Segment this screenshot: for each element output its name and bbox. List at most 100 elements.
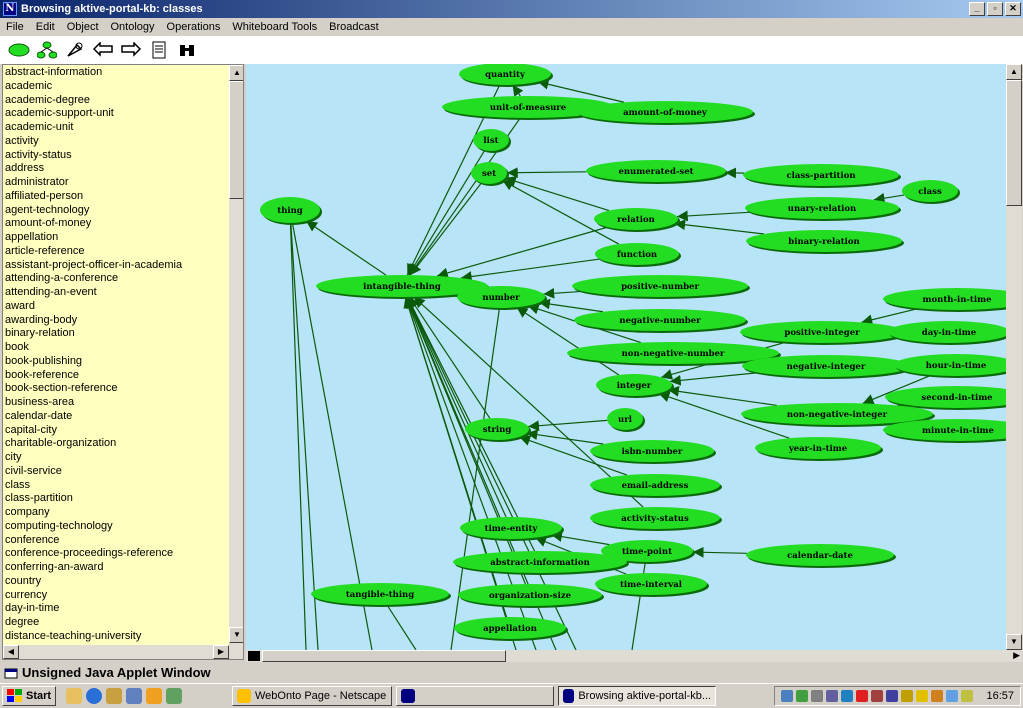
tray-icon-10[interactable] [916, 690, 929, 702]
graph-hscrollbar[interactable]: ▶ [246, 650, 1022, 662]
node-organization-size[interactable]: organization-size [458, 584, 604, 608]
list-item[interactable]: calendar-date [5, 410, 231, 424]
scroll-down-button[interactable]: ▼ [229, 627, 243, 643]
node-url[interactable]: url [607, 408, 645, 432]
tray-icon-11[interactable] [931, 690, 944, 702]
tray-icon-9[interactable] [901, 690, 914, 702]
graph-hscroll-thumb[interactable] [262, 650, 506, 662]
quick-launch-extra-icon[interactable] [166, 688, 183, 704]
tray-icon-8[interactable] [886, 690, 899, 702]
node-relation[interactable]: relation [594, 208, 680, 232]
node-tangible-thing[interactable]: tangible-thing [311, 583, 451, 607]
node-abstract-information[interactable]: abstract-information [453, 551, 629, 575]
list-item[interactable]: awarding-body [5, 314, 231, 328]
list-item[interactable]: academic-unit [5, 121, 231, 135]
list-item[interactable]: conferring-an-award [5, 561, 231, 575]
graph-scroll-up-button[interactable]: ▲ [1006, 64, 1022, 80]
hierarchy-icon[interactable] [36, 40, 58, 60]
tools-icon[interactable] [64, 40, 86, 60]
node-positive-integer[interactable]: positive-integer [740, 321, 906, 345]
list-item[interactable]: charitable-organization [5, 437, 231, 451]
list-item[interactable]: article-reference [5, 245, 231, 259]
list-item[interactable]: book-section-reference [5, 382, 231, 396]
list-item[interactable]: civil-service [5, 465, 231, 479]
list-item[interactable]: assistant-project-officer-in-academia [5, 259, 231, 273]
node-activity-status[interactable]: activity-status [590, 507, 722, 531]
menu-whiteboard-tools[interactable]: Whiteboard Tools [226, 21, 323, 33]
node-day-in-time[interactable]: day-in-time [888, 321, 1006, 345]
graph-scroll-left-button[interactable] [248, 651, 260, 661]
list-item[interactable]: city [5, 451, 231, 465]
scroll-left-button[interactable]: ◀ [3, 645, 19, 659]
list-item[interactable]: book [5, 341, 231, 355]
list-item[interactable]: day-in-time [5, 602, 231, 616]
node-negative-integer[interactable]: negative-integer [742, 355, 912, 379]
list-item[interactable]: abstract-information [5, 66, 231, 80]
tray-icon-1[interactable] [781, 690, 794, 702]
list-item[interactable]: attending-an-event [5, 286, 231, 300]
list-item[interactable]: computing-technology [5, 520, 231, 534]
node-list[interactable]: list [473, 129, 511, 153]
node-class-partition[interactable]: class-partition [743, 164, 901, 188]
task-browsing-aktive[interactable]: Browsing aktive-portal-kb... [558, 686, 716, 706]
class-list-hscrollbar[interactable]: ◀ ▶ [3, 645, 243, 659]
list-item[interactable]: amount-of-money [5, 217, 231, 231]
node-enumerated-set[interactable]: enumerated-set [586, 160, 728, 184]
tray-icon-7[interactable] [871, 690, 884, 702]
list-item[interactable]: country [5, 575, 231, 589]
list-item[interactable]: conference-proceedings-reference [5, 547, 231, 561]
list-item[interactable]: academic-degree [5, 94, 231, 108]
tray-icon-6[interactable] [856, 690, 869, 702]
node-calendar-date[interactable]: calendar-date [746, 544, 896, 568]
task-netscape[interactable] [396, 686, 554, 706]
desktop-icon[interactable] [66, 688, 83, 704]
list-item[interactable]: address [5, 162, 231, 176]
list-item[interactable]: award [5, 300, 231, 314]
node-binary-relation[interactable]: binary-relation [746, 230, 904, 254]
node-appellation[interactable]: appellation [454, 617, 568, 641]
tray-icon-2[interactable] [796, 690, 809, 702]
ontology-graph-canvas[interactable]: quantity unit-of-measure amount-of-money li… [246, 64, 1006, 650]
list-item[interactable]: academic [5, 80, 231, 94]
list-item[interactable]: appellation [5, 231, 231, 245]
list-item[interactable]: attending-a-conference [5, 272, 231, 286]
node-set[interactable]: set [471, 162, 509, 186]
menu-file[interactable]: File [0, 21, 30, 33]
list-item[interactable]: binary-relation [5, 327, 231, 341]
ellipse-icon[interactable] [8, 40, 30, 60]
close-button[interactable]: ✕ [1005, 2, 1021, 16]
node-positive-number[interactable]: positive-number [572, 275, 750, 299]
scroll-right-button[interactable]: ▶ [213, 645, 229, 659]
menu-edit[interactable]: Edit [30, 21, 61, 33]
node-isbn-number[interactable]: isbn-number [590, 440, 716, 464]
tray-icon-5[interactable] [841, 690, 854, 702]
list-item[interactable]: activity-status [5, 149, 231, 163]
list-item[interactable]: affiliated-person [5, 190, 231, 204]
node-time-entity[interactable]: time-entity [460, 517, 564, 541]
list-item[interactable]: book-reference [5, 369, 231, 383]
tray-icon-13[interactable] [961, 690, 974, 702]
list-item[interactable]: administrator [5, 176, 231, 190]
list-item[interactable]: capital-city [5, 424, 231, 438]
task-webonto-netscape[interactable]: WebOnto Page - Netscape [232, 686, 392, 706]
tray-icon-4[interactable] [826, 690, 839, 702]
scroll-up-button[interactable]: ▲ [229, 65, 243, 81]
node-hour-in-time[interactable]: hour-in-time [894, 354, 1006, 378]
class-list-scrollbar[interactable]: ▲ ▼ [229, 65, 243, 659]
list-item[interactable]: academic-support-unit [5, 107, 231, 121]
minimize-button[interactable]: _ [969, 2, 985, 16]
maximize-button[interactable]: ▫ [987, 2, 1003, 16]
list-item[interactable]: class [5, 479, 231, 493]
node-number[interactable]: number [457, 286, 547, 310]
document-icon[interactable] [148, 40, 170, 60]
list-item[interactable]: distance-teaching-university [5, 630, 231, 644]
node-class[interactable]: class [902, 180, 960, 204]
node-thing[interactable]: thing [260, 197, 322, 225]
menu-broadcast[interactable]: Broadcast [323, 21, 385, 33]
tray-icon-12[interactable] [946, 690, 959, 702]
start-button[interactable]: Start [2, 686, 57, 706]
graph-scroll-down-button[interactable]: ▼ [1006, 634, 1022, 650]
list-item[interactable]: currency [5, 589, 231, 603]
node-email-address[interactable]: email-address [590, 474, 722, 498]
list-item[interactable]: conference [5, 534, 231, 548]
